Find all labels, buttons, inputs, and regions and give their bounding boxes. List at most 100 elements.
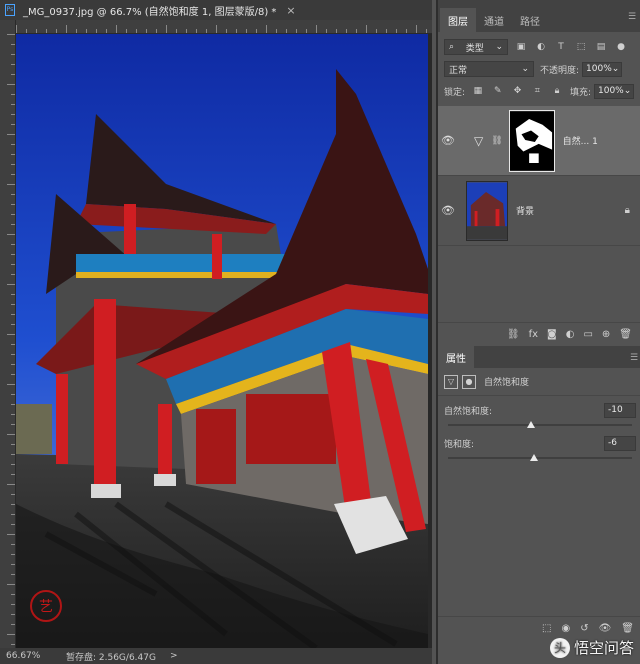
- adjustment-title-row: ▽ ● 自然饱和度: [438, 368, 640, 396]
- pixel-filter-icon[interactable]: ▣: [514, 40, 528, 54]
- ruler-tick: [136, 29, 137, 33]
- ruler-tick: [11, 44, 15, 45]
- ruler-tick: [11, 614, 15, 615]
- new-group-icon[interactable]: ▭: [583, 329, 592, 340]
- visibility-eye-icon[interactable]: 👁︎: [438, 134, 458, 147]
- filter-toggle-icon[interactable]: ●: [614, 40, 628, 54]
- vibrance-slider[interactable]: [448, 421, 632, 429]
- status-bar: 66.67% 暂存盘: 2.56G/6.47G >: [0, 648, 432, 664]
- ruler-tick: [11, 554, 15, 555]
- fill-input[interactable]: 100% ⌄: [594, 83, 634, 99]
- layer-row-adjustment[interactable]: 👁︎ ▽ ⛓ 自然... 1: [438, 106, 640, 176]
- layer-mask-thumbnail[interactable]: [508, 109, 555, 172]
- trash-icon[interactable]: 🗑︎: [621, 623, 634, 634]
- watermark-logo: 头: [549, 637, 570, 658]
- ruler-tick: [56, 29, 57, 33]
- add-mask-icon[interactable]: ◙: [547, 329, 557, 340]
- ruler-tick: [11, 604, 15, 605]
- visibility-eye-icon[interactable]: 👁︎: [438, 204, 458, 217]
- slider-knob[interactable]: [530, 454, 539, 461]
- blend-mode-dropdown[interactable]: 正常 ⌄: [444, 61, 534, 77]
- saturation-slider-block: 饱和度: -6: [438, 435, 640, 462]
- tab-properties[interactable]: 属性: [438, 346, 474, 368]
- clip-to-layer-icon[interactable]: ⬚: [542, 623, 551, 634]
- document-tab[interactable]: Ps _MG_0937.jpg @ 66.7% (自然饱和度 1, 图层蒙版/8…: [0, 0, 432, 20]
- reset-icon[interactable]: ↺: [580, 623, 588, 634]
- ruler-tick: [316, 25, 317, 33]
- ruler-tick: [46, 29, 47, 33]
- view-previous-icon[interactable]: ◉: [561, 623, 570, 634]
- right-panel: 图层 通道 路径 ☰ ⌕ 类型 ⌄ ▣ ◐ T ⬚ ▤ ● 正常 ⌄ 不透明度:: [436, 0, 640, 664]
- ruler-tick: [236, 29, 237, 33]
- ruler-tick: [346, 29, 347, 33]
- ruler-tick: [11, 374, 15, 375]
- link-layers-icon[interactable]: ⛓: [507, 329, 520, 340]
- ruler-tick: [11, 174, 15, 175]
- canvas-area[interactable]: 艺: [16, 34, 432, 648]
- smart-object-filter-icon[interactable]: ▤: [594, 40, 608, 54]
- lock-all-icon[interactable]: 🔒︎: [550, 84, 564, 98]
- zoom-level[interactable]: 66.67%: [6, 651, 58, 661]
- lock-row: 锁定: ▦ ✎ ✥ ⌗ 🔒︎ 填充: 100% ⌄: [438, 80, 640, 102]
- properties-panel-header: 属性 ☰: [438, 346, 640, 368]
- lock-paint-icon[interactable]: ✎: [491, 84, 505, 98]
- layer-filter-dropdown[interactable]: ⌕ 类型 ⌄: [444, 39, 508, 55]
- lock-transparency-icon[interactable]: ▦: [471, 84, 485, 98]
- chevron-down-icon: ⌄: [623, 86, 632, 96]
- temple-photo[interactable]: 艺: [16, 34, 428, 648]
- lock-label: 锁定:: [444, 87, 466, 98]
- trash-icon[interactable]: 🗑︎: [619, 329, 632, 340]
- ruler-tick: [396, 29, 397, 33]
- ruler-tick: [11, 424, 15, 425]
- saturation-input[interactable]: -6: [604, 435, 636, 451]
- saturation-slider[interactable]: [448, 454, 632, 462]
- tab-layers[interactable]: 图层: [440, 8, 476, 32]
- fx-icon[interactable]: fx: [529, 329, 538, 340]
- ruler-tick: [11, 324, 15, 325]
- slider-track: [448, 424, 632, 426]
- panel-menu-icon[interactable]: ☰: [628, 12, 636, 22]
- background-thumbnail[interactable]: [466, 180, 508, 241]
- new-layer-icon[interactable]: ⊕: [602, 329, 610, 340]
- shape-filter-icon[interactable]: ⬚: [574, 40, 588, 54]
- tab-paths[interactable]: 路径: [512, 8, 548, 32]
- ruler-tick: [11, 224, 15, 225]
- layer-name[interactable]: 背景: [516, 204, 534, 217]
- ruler-tick: [11, 254, 15, 255]
- adjustment-filter-icon[interactable]: ◐: [534, 40, 548, 54]
- type-filter-icon[interactable]: T: [554, 40, 568, 54]
- vibrance-input[interactable]: -10: [604, 402, 636, 418]
- opacity-input[interactable]: 100% ⌄: [582, 61, 623, 77]
- watermark: 头 悟空问答: [549, 637, 634, 658]
- ruler-tick: [11, 364, 15, 365]
- tab-channels[interactable]: 通道: [476, 8, 512, 32]
- ruler-tick: [11, 544, 15, 545]
- horizontal-ruler[interactable]: [16, 20, 432, 34]
- mask-link-icon[interactable]: ⛓: [491, 136, 502, 146]
- properties-menu-icon[interactable]: ☰: [630, 353, 638, 363]
- mask-icon[interactable]: ●: [462, 374, 476, 389]
- status-menu-arrow-icon[interactable]: >: [170, 651, 178, 661]
- slider-track: [448, 457, 632, 459]
- vibrance-label: 自然饱和度:: [444, 406, 493, 417]
- vertical-ruler[interactable]: [0, 20, 16, 648]
- ruler-tick: [11, 354, 15, 355]
- ruler-tick: [26, 29, 27, 33]
- close-document-icon[interactable]: ×: [286, 4, 295, 17]
- ruler-tick: [11, 194, 15, 195]
- ruler-tick: [276, 29, 277, 33]
- lock-position-icon[interactable]: ✥: [511, 84, 525, 98]
- document-title[interactable]: _MG_0937.jpg @ 66.7% (自然饱和度 1, 图层蒙版/8) *: [23, 3, 276, 18]
- layer-row-background[interactable]: 👁︎ 背景 🔒︎: [438, 176, 640, 246]
- layers-panel-tabs: 图层 通道 路径 ☰: [438, 0, 640, 32]
- ruler-tick: [11, 594, 15, 595]
- ruler-tick: [11, 624, 15, 625]
- new-adjustment-icon[interactable]: ◐: [566, 329, 575, 340]
- layer-filter-row: ⌕ 类型 ⌄ ▣ ◐ T ⬚ ▤ ●: [438, 36, 640, 58]
- visibility-eye-icon[interactable]: 👁︎: [599, 623, 612, 634]
- ruler-tick: [7, 634, 15, 635]
- slider-knob[interactable]: [526, 421, 535, 428]
- ruler-tick: [7, 134, 15, 135]
- layer-name[interactable]: 自然... 1: [563, 134, 598, 147]
- lock-artboard-icon[interactable]: ⌗: [530, 84, 544, 98]
